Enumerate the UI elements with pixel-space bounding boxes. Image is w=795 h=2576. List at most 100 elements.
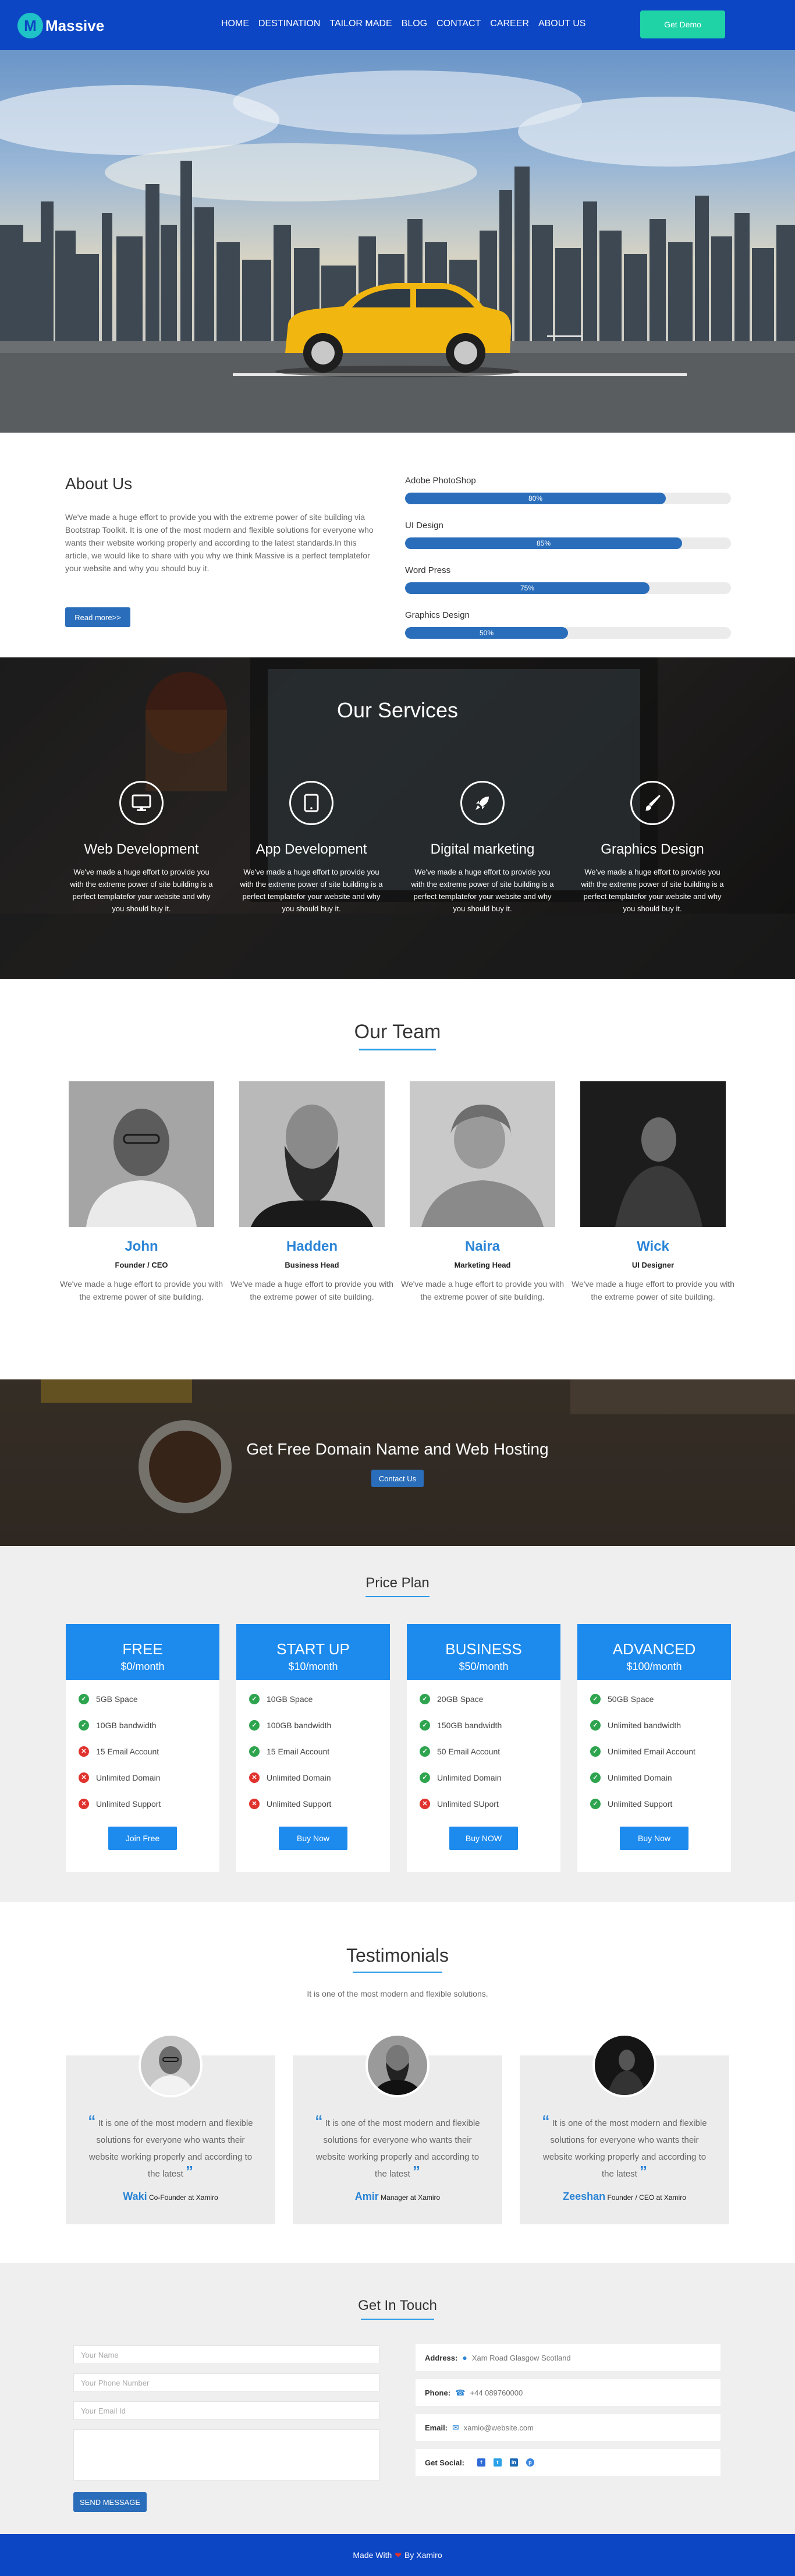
testimonials-title-underline (353, 1972, 442, 1973)
service-digital-marketing: Digital marketing We've made a huge effo… (404, 781, 561, 915)
logo[interactable]: M Massive (17, 13, 104, 38)
address-label: Address: (425, 2353, 458, 2362)
plan-feature: ✓ 5GB Space (79, 1686, 219, 1712)
plan-name: START UP (276, 1640, 350, 1658)
contact-us-button[interactable]: Contact Us (371, 1470, 424, 1487)
logo-text: Massive (45, 16, 105, 34)
name-input[interactable]: Your Name (73, 2345, 379, 2364)
get-demo-button[interactable]: Get Demo (640, 10, 725, 38)
skills-list: Adobe PhotoShop 80% UI Design 85% Word P… (405, 476, 731, 655)
check-icon: ✓ (590, 1798, 601, 1809)
hero-illustration (0, 70, 795, 433)
check-icon: ✓ (590, 1693, 601, 1704)
member-photo (410, 1081, 555, 1227)
footer: Made With ❤ By Xamiro (0, 2534, 795, 2576)
service-text: We've made a huge effort to provide you … (581, 868, 724, 913)
skill-label: Graphics Design (405, 610, 470, 620)
close-quote-icon: ” (413, 2163, 421, 2180)
nav-about-us[interactable]: ABOUT US (538, 19, 586, 29)
domain-banner: Get Free Domain Name and Web Hosting Con… (0, 1379, 795, 1546)
nav-home[interactable]: HOME (221, 19, 249, 29)
feature-label: Unlimited Domain (437, 1772, 502, 1782)
close-quote-icon: ” (186, 2163, 194, 2180)
member-photo (69, 1081, 214, 1227)
nav-contact[interactable]: CONTACT (436, 19, 481, 29)
plan-button[interactable]: Buy Now (620, 1827, 688, 1850)
phone-label: Phone: (425, 2388, 451, 2397)
phone-input[interactable]: Your Phone Number (73, 2373, 379, 2392)
member-role: Marketing Head (454, 1261, 511, 1269)
plan-start-up: START UP $10/month ✓ 10GB Space ✓ 100GB bandw… (236, 1624, 390, 1872)
nav-tailor-made[interactable]: TAILOR MADE (329, 19, 392, 29)
feature-label: 5GB Space (96, 1694, 138, 1704)
testimonials-section: Testimonials It is one of the most moder… (0, 1902, 795, 2263)
domain-overlay (0, 1379, 795, 1546)
footer-by: By Xamiro (404, 2550, 442, 2560)
team-member-john: John Founder / CEO We've made a huge eff… (56, 1081, 226, 1303)
feature-label: Unlimited Domain (608, 1772, 672, 1782)
nav-career[interactable]: CAREER (490, 19, 529, 29)
member-role: Founder / CEO (115, 1261, 168, 1269)
plan-button[interactable]: Buy NOW (449, 1827, 518, 1850)
testimonial-card: “ It is one of the most modern and flexi… (293, 2033, 502, 2224)
read-more-button[interactable]: Read more>> (65, 607, 130, 627)
check-icon: ✓ (420, 1772, 430, 1783)
feature-label: Unlimited Domain (267, 1772, 331, 1782)
pinterest-icon[interactable]: p (526, 2458, 534, 2467)
feature-label: Unlimited Email Account (608, 1746, 695, 1756)
phone-icon: ☎ (455, 2387, 466, 2397)
testimonial-card: “ It is one of the most modern and flexi… (520, 2033, 729, 2224)
send-message-button[interactable]: SEND MESSAGE (73, 2492, 147, 2512)
cross-icon: ✕ (79, 1772, 89, 1783)
linkedin-icon[interactable]: in (509, 2458, 518, 2467)
check-icon: ✓ (420, 1693, 430, 1704)
check-icon: ✓ (249, 1719, 260, 1731)
service-title: Digital marketing (430, 841, 535, 857)
check-icon: ✓ (420, 1746, 430, 1757)
skill-item: Word Press 75% (405, 565, 731, 594)
service-text: We've made a huge effort to provide you … (70, 868, 213, 913)
open-quote-icon: “ (542, 2112, 550, 2129)
open-quote-icon: “ (315, 2112, 323, 2129)
about-title: About Us (65, 475, 133, 493)
check-icon: ✓ (590, 1719, 601, 1731)
social-info: Get Social: f t in p (416, 2449, 721, 2476)
social-label: Get Social: (425, 2458, 464, 2467)
email-value[interactable]: xamio@website.com (464, 2423, 534, 2432)
plan-features: ✓ 50GB Space ✓ Unlimited bandwidth ✓ Unlimite… (577, 1680, 731, 1817)
email-info: Email: ✉ xamio@website.com (416, 2414, 721, 2441)
nav-destination[interactable]: DESTINATION (258, 19, 320, 29)
cross-icon: ✕ (249, 1798, 260, 1809)
testimonials-subtitle: It is one of the most modern and flexibl… (307, 1989, 488, 1998)
feature-label: Unlimited Support (267, 1799, 332, 1809)
service-web-development: Web Development We've made a huge effort… (63, 781, 220, 915)
skill-label: Word Press (405, 565, 451, 575)
nav-blog[interactable]: BLOG (402, 19, 427, 29)
plan-feature: ✓ Unlimited Support (590, 1791, 731, 1817)
feature-label: 20GB Space (437, 1694, 484, 1704)
footer-made-with: Made With (353, 2550, 392, 2560)
testimonial-quote: “ It is one of the most modern and flexi… (88, 2112, 253, 2180)
twitter-icon[interactable]: t (493, 2458, 502, 2467)
hero-banner (0, 50, 795, 433)
rocket-icon (460, 781, 505, 825)
envelope-icon: ✉ (452, 2422, 459, 2432)
plan-free: FREE $0/month ✓ 5GB Space ✓ 10GB bandwidth ✕ 15… (66, 1624, 219, 1872)
plan-button[interactable]: Buy Now (279, 1827, 347, 1850)
testimonial-avatar (592, 2033, 656, 2097)
message-textarea[interactable] (73, 2429, 379, 2481)
plan-name: BUSINESS (445, 1640, 522, 1658)
skill-track: 85% (405, 537, 731, 549)
member-role: UI Designer (631, 1261, 675, 1269)
plan-feature: ✕ Unlimited Domain (79, 1764, 219, 1791)
brush-icon (630, 781, 675, 825)
facebook-icon[interactable]: f (477, 2458, 485, 2467)
plan-button[interactable]: Join Free (108, 1827, 177, 1850)
email-input[interactable]: Your Email Id (73, 2401, 379, 2420)
contact-title: Get In Touch (358, 2298, 437, 2313)
feature-label: Unlimited Domain (96, 1772, 161, 1782)
pricing-title-underline (365, 1596, 430, 1597)
member-role: Business Head (285, 1261, 339, 1269)
plan-feature: ✕ 15 Email Account (79, 1738, 219, 1764)
testimonial-quote: “ It is one of the most modern and flexi… (315, 2112, 480, 2180)
